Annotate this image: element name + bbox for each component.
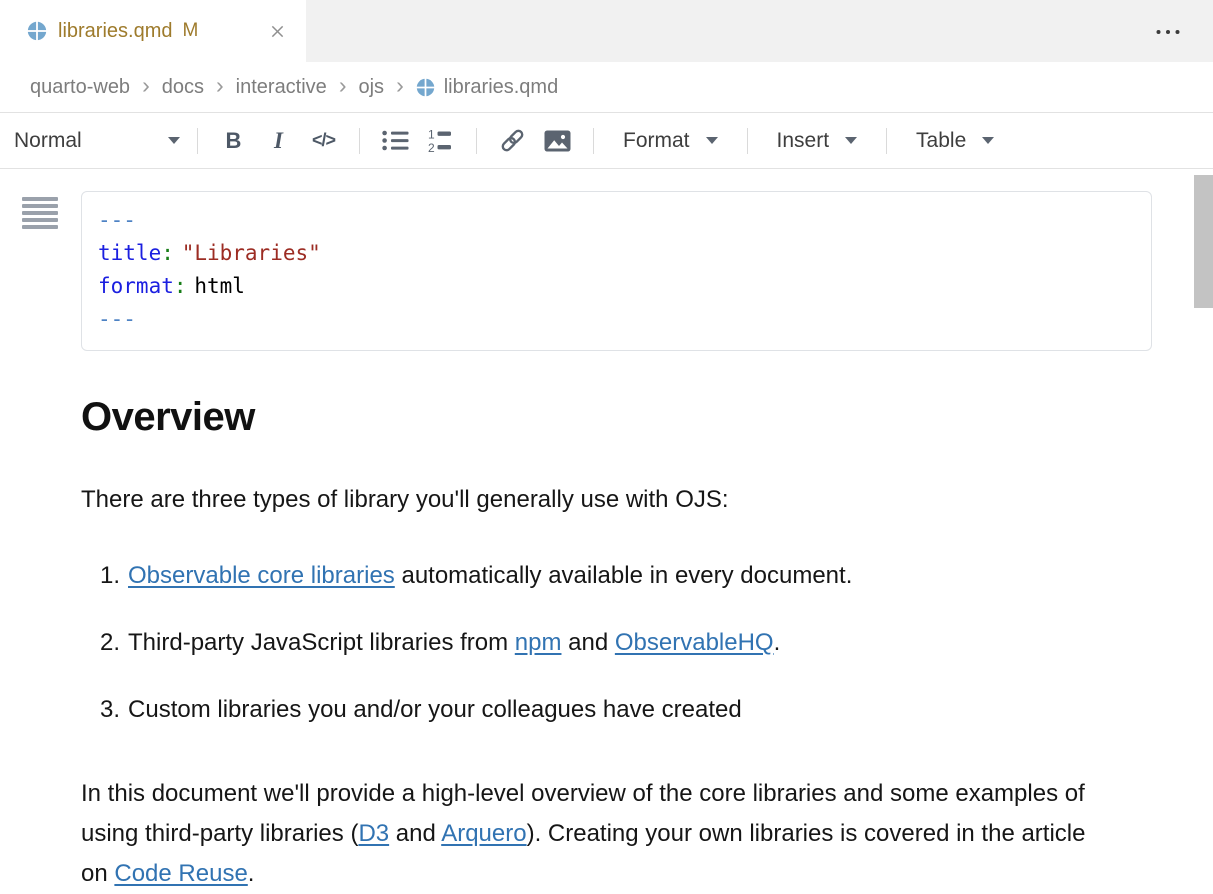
list-marker: 2.: [100, 629, 120, 656]
bullet-list-icon: [382, 129, 409, 152]
breadcrumb-item-ojs[interactable]: ojs: [358, 76, 384, 99]
insert-menu-label: Insert: [777, 129, 830, 153]
list-item: 1. Observable core libraries automaticall…: [100, 556, 1152, 596]
breadcrumb-item-docs[interactable]: docs: [162, 76, 204, 99]
list-marker: 3.: [100, 696, 120, 723]
breadcrumb-current-label: libraries.qmd: [444, 76, 558, 99]
format-menu[interactable]: Format: [607, 129, 734, 153]
document-body: --- title:"Libraries" format:html --- Ov…: [0, 169, 1213, 894]
library-types-list: 1. Observable core libraries automaticall…: [81, 556, 1152, 730]
list-marker: 1.: [100, 562, 120, 589]
numbered-list-button[interactable]: 1 2: [418, 128, 463, 154]
breadcrumb-item-current-file[interactable]: libraries.qmd: [416, 76, 558, 99]
tab-bar: libraries.qmd M: [0, 0, 1213, 62]
tab-libraries-qmd[interactable]: libraries.qmd M: [0, 0, 306, 62]
yaml-front-matter-block[interactable]: --- title:"Libraries" format:html ---: [81, 191, 1152, 351]
text-run: .: [248, 860, 255, 887]
table-menu-label: Table: [916, 129, 966, 153]
text-run: and: [389, 820, 441, 847]
link-code-reuse[interactable]: Code Reuse: [114, 860, 247, 887]
code-button[interactable]: </>: [301, 130, 346, 151]
yaml-line: title:"Libraries": [98, 237, 1135, 270]
quarto-visual-editor: libraries.qmd M quarto-web › docs › inte…: [0, 0, 1213, 889]
link-observable-core-libraries[interactable]: Observable core libraries: [128, 562, 395, 589]
toolbar-divider: [359, 128, 360, 154]
link-arquero[interactable]: Arquero: [441, 820, 526, 847]
toolbar-divider: [747, 128, 748, 154]
modified-badge: M: [182, 20, 198, 42]
link-icon: [499, 127, 526, 154]
toolbar-divider: [886, 128, 887, 154]
toolbar-divider: [593, 128, 594, 154]
text-run: automatically available in every documen…: [395, 562, 853, 589]
chevron-right-icon: ›: [396, 74, 404, 97]
chevron-right-icon: ›: [339, 74, 347, 97]
chevron-down-icon: [982, 137, 994, 144]
formatting-toolbar: Normal B I </> 1: [0, 113, 1213, 169]
chevron-down-icon: [168, 137, 180, 144]
toolbar-divider: [197, 128, 198, 154]
section-heading: Overview: [81, 395, 1152, 440]
paragraph-style-value: Normal: [14, 129, 82, 153]
svg-text:2: 2: [428, 141, 435, 154]
breadcrumb-item-interactive[interactable]: interactive: [236, 76, 327, 99]
chevron-right-icon: ›: [216, 74, 224, 97]
bold-button[interactable]: B: [211, 128, 256, 154]
link-npm[interactable]: npm: [515, 629, 562, 656]
numbered-list-icon: 1 2: [428, 128, 454, 154]
quarto-icon: [27, 21, 47, 41]
tab-bar-empty-space: [306, 0, 1151, 62]
quarto-icon: [416, 78, 435, 97]
paragraph-style-select[interactable]: Normal: [14, 129, 184, 153]
tab-title: libraries.qmd: [58, 20, 172, 43]
intro-paragraph: There are three types of library you'll …: [81, 480, 1089, 520]
close-icon[interactable]: [267, 21, 288, 42]
italic-button[interactable]: I: [256, 128, 301, 154]
more-actions-icon[interactable]: [1151, 16, 1185, 46]
table-menu[interactable]: Table: [900, 129, 1010, 153]
yaml-line: format:html: [98, 270, 1135, 303]
closing-paragraph: In this document we'll provide a high-le…: [81, 774, 1089, 894]
insert-link-button[interactable]: [490, 127, 535, 154]
svg-text:1: 1: [428, 128, 435, 142]
yaml-line: ---: [98, 303, 1135, 336]
format-menu-label: Format: [623, 129, 690, 153]
bullet-list-button[interactable]: [373, 129, 418, 152]
link-d3[interactable]: D3: [358, 820, 389, 847]
insert-image-button[interactable]: [535, 130, 580, 152]
text-run: Third-party JavaScript libraries from: [128, 629, 515, 656]
vertical-scrollbar-thumb[interactable]: [1194, 175, 1213, 308]
bold-icon: B: [226, 128, 242, 154]
code-icon: </>: [312, 130, 335, 151]
chevron-down-icon: [706, 137, 718, 144]
link-observablehq[interactable]: ObservableHQ: [615, 629, 774, 656]
insert-menu[interactable]: Insert: [761, 129, 874, 153]
toolbar-divider: [476, 128, 477, 154]
italic-icon: I: [274, 128, 283, 154]
image-icon: [544, 130, 571, 152]
list-item: 3. Custom libraries you and/or your colle…: [100, 690, 1152, 730]
chevron-right-icon: ›: [142, 74, 150, 97]
text-run: and: [561, 629, 614, 656]
breadcrumb-item-quarto-web[interactable]: quarto-web: [30, 76, 130, 99]
text-run: .: [774, 629, 781, 656]
breadcrumb: quarto-web › docs › interactive › ojs › …: [0, 62, 1213, 113]
block-drag-handle-icon[interactable]: [20, 195, 60, 231]
yaml-line: ---: [98, 204, 1135, 237]
chevron-down-icon: [845, 137, 857, 144]
text-run: Custom libraries you and/or your colleag…: [128, 696, 742, 723]
list-item: 2.Third-party JavaScript libraries from …: [100, 623, 1152, 663]
